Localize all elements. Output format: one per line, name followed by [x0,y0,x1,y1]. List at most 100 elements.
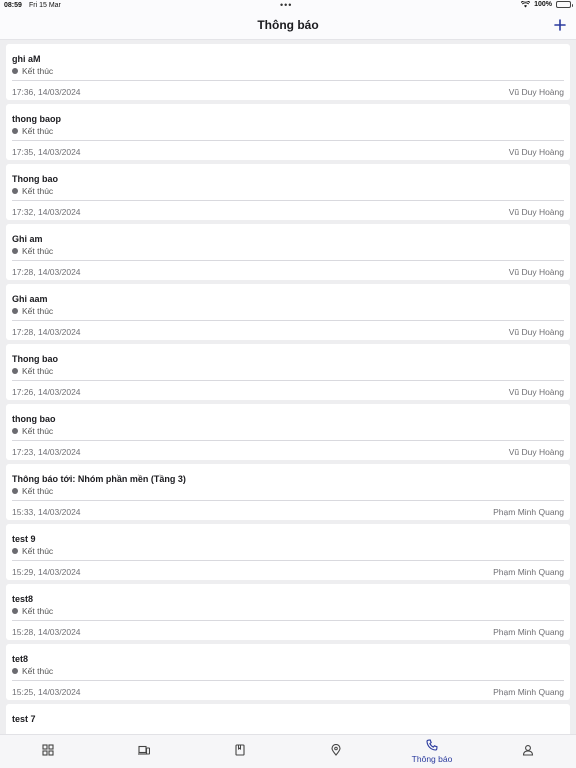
card-divider [12,560,564,561]
notification-author: Vũ Duy Hoàng [508,207,564,217]
status-label: Kết thúc [22,306,54,316]
status-label: Kết thúc [22,546,54,556]
notification-title: Ghi am [12,234,43,244]
battery-icon [556,1,573,8]
status-right: 100% [521,1,573,8]
status-label: Kết thúc [22,606,54,616]
dashboard-icon [42,744,54,756]
wifi-icon [521,1,531,8]
notification-time: 15:29, 14/03/2024 [12,567,81,577]
notification-title: test8 [12,594,34,604]
notification-card[interactable]: thong baop Kết thúc 17:35, 14/03/2024 Vũ… [6,104,570,160]
status-label: Kết thúc [22,486,54,496]
notification-card[interactable]: tet8 Kết thúc 15:25, 14/03/2024 Phạm Min… [6,644,570,700]
notification-card[interactable]: Thong bao Kết thúc 17:26, 14/03/2024 Vũ … [6,344,570,400]
notification-title: thong baop [12,114,61,124]
notification-list[interactable]: ghi aM Kết thúc 17:36, 14/03/2024 Vũ Duy… [0,44,576,734]
notification-status: Kết thúc [12,246,53,256]
status-label: Kết thúc [22,126,54,136]
notification-author: Phạm Minh Quang [493,507,564,517]
user-icon [522,745,534,756]
notification-status: Kết thúc [12,606,53,616]
notification-time: 17:36, 14/03/2024 [12,87,81,97]
status-label: Kết thúc [22,426,54,436]
status-label: Kết thúc [22,666,54,676]
notification-title: Thong bao [12,354,58,364]
notification-title: Ghi aam [12,294,48,304]
notification-time: 15:33, 14/03/2024 [12,507,81,517]
notification-card[interactable]: ghi aM Kết thúc 17:36, 14/03/2024 Vũ Duy… [6,44,570,100]
status-dot-icon [12,248,18,254]
tab-dashboard[interactable] [0,735,96,768]
notification-title: thong bao [12,414,56,424]
status-time: 08:59 [4,2,22,9]
card-divider [12,620,564,621]
card-divider [12,320,564,321]
notification-author: Vũ Duy Hoàng [508,387,564,397]
notification-author: Vũ Duy Hoàng [508,147,564,157]
notification-title: Thông báo tới: Nhóm phần mền (Tầng 3) [12,474,186,484]
notification-time: 15:28, 14/03/2024 [12,627,81,637]
tab-location-pin[interactable] [288,735,384,768]
card-divider [12,380,564,381]
location-pin-icon [331,744,341,756]
card-divider [12,140,564,141]
notification-status: Kết thúc [12,486,53,496]
tab-devices[interactable] [96,735,192,768]
notification-title: ghi aM [12,54,41,64]
notification-time: 17:28, 14/03/2024 [12,267,81,277]
devices-icon [138,745,150,755]
notification-card[interactable]: Ghi aam Kết thúc 17:28, 14/03/2024 Vũ Du… [6,284,570,340]
notification-status: Kết thúc [12,126,53,136]
tab-user[interactable] [480,735,576,768]
notification-author: Vũ Duy Hoàng [508,447,564,457]
status-dot-icon [12,68,18,74]
notification-title: tet8 [12,654,29,664]
multitasking-dots-icon[interactable]: ••• [280,0,292,10]
notification-card[interactable]: Thong bao Kết thúc 17:32, 14/03/2024 Vũ … [6,164,570,220]
notification-title: Thong bao [12,174,58,184]
notification-time: 15:25, 14/03/2024 [12,687,81,697]
notification-card[interactable]: Thông báo tới: Nhóm phần mền (Tầng 3) Kế… [6,464,570,520]
notification-author: Vũ Duy Hoàng [508,327,564,337]
add-notification-button[interactable] [552,16,568,34]
status-dot-icon [12,428,18,434]
notification-time: 17:23, 14/03/2024 [12,447,81,457]
phone-icon [426,739,438,751]
notification-card[interactable]: test 9 Kết thúc 15:29, 14/03/2024 Phạm M… [6,524,570,580]
plus-icon [554,19,566,31]
notification-title: test 7 [12,714,36,724]
notification-card[interactable]: test8 Kết thúc 15:28, 14/03/2024 Phạm Mi… [6,584,570,640]
notification-time: 17:28, 14/03/2024 [12,327,81,337]
card-divider [12,260,564,261]
notification-author: Phạm Minh Quang [493,627,564,637]
notification-title: test 9 [12,534,36,544]
notification-author: Vũ Duy Hoàng [508,267,564,277]
status-dot-icon [12,608,18,614]
tab-bar: Thông báo [0,734,576,768]
status-dot-icon [12,668,18,674]
status-dot-icon [12,188,18,194]
notification-time: 17:26, 14/03/2024 [12,387,81,397]
status-dot-icon [12,128,18,134]
status-bar: 08:59 Fri 15 Mar ••• 100% [0,0,576,12]
battery-percent: 100% [534,1,552,8]
notification-status: Kết thúc [12,426,53,436]
card-divider [12,440,564,441]
notification-author: Phạm Minh Quang [493,687,564,697]
notification-time: 17:32, 14/03/2024 [12,207,81,217]
notification-author: Phạm Minh Quang [493,567,564,577]
notification-card[interactable]: test 7 [6,704,570,734]
tab-phone[interactable]: Thông báo [384,735,480,768]
notification-author: Vũ Duy Hoàng [508,87,564,97]
status-dot-icon [12,368,18,374]
notification-status: Kết thúc [12,366,53,376]
notification-card[interactable]: thong bao Kết thúc 17:23, 14/03/2024 Vũ … [6,404,570,460]
notification-time: 17:35, 14/03/2024 [12,147,81,157]
status-label: Kết thúc [22,366,54,376]
page-title: Thông báo [257,18,319,32]
status-label: Kết thúc [22,186,54,196]
tab-book[interactable] [192,735,288,768]
notification-card[interactable]: Ghi am Kết thúc 17:28, 14/03/2024 Vũ Duy… [6,224,570,280]
navigation-bar: Thông báo [0,12,576,40]
